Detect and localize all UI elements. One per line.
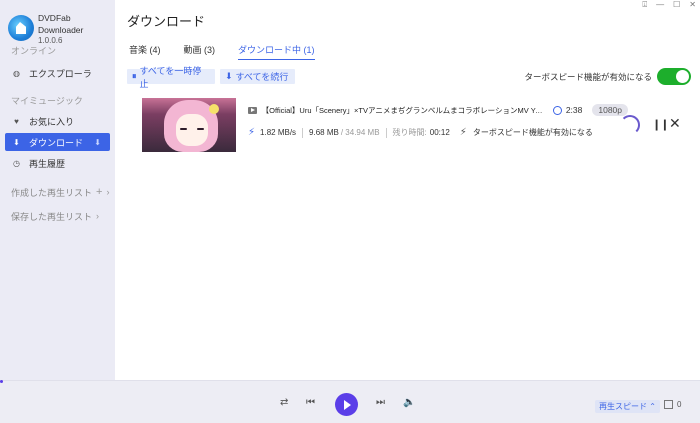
quality-badge: 1080p — [592, 104, 628, 116]
sidebar-item-favorites[interactable]: ♥ お気に入り — [5, 112, 110, 130]
cancel-download-icon[interactable]: ✕ — [669, 115, 681, 132]
saved-playlists-section[interactable]: 保存した再生リスト › — [0, 208, 115, 224]
sidebar-item-label: エクスプローラ — [29, 68, 92, 79]
sidebar: DVDFab Downloader 1.0.0.6 オンライン ◍ エクスプロー… — [0, 0, 115, 380]
download-progress-icon: ⬇ — [94, 137, 101, 147]
playback-speed-button[interactable]: 再生スピード ⌃ — [595, 400, 660, 413]
pause-icon: ⏸ — [132, 71, 137, 81]
pin-icon[interactable]: ⍗ — [642, 0, 647, 10]
resume-all-button[interactable]: ⬇ すべてを続行 — [220, 69, 295, 84]
app-name: DVDFab Downloader — [38, 12, 84, 35]
main-content: ⍗ — ☐ ✕ ダウンロード 音楽 (4) 動画 (3) ダウンロード中 (1)… — [115, 0, 700, 380]
turbo-speed-label: ターボスピード機能が有効になる — [524, 71, 652, 82]
queue-count: 0 — [677, 400, 682, 409]
play-button[interactable] — [335, 393, 358, 416]
pause-all-label: すべてを一時停止 — [139, 65, 202, 89]
pause-download-icon[interactable]: ❙❙ — [652, 118, 669, 131]
my-music-section-title: マイミュージック — [11, 96, 83, 106]
volume-icon[interactable]: 🔈 — [403, 397, 415, 408]
tab-downloading[interactable]: ダウンロード中 (1) — [238, 43, 315, 60]
maximize-icon[interactable]: ☐ — [673, 0, 680, 10]
speed-bolt-icon: ⚡ — [248, 127, 256, 138]
playback-progress[interactable] — [0, 380, 3, 383]
sidebar-item-label: ダウンロード — [29, 137, 84, 148]
download-speed: 1.82 MB/s — [260, 128, 297, 137]
sidebar-item-history[interactable]: ◷ 再生履歴 — [5, 154, 110, 172]
downloaded-size: 9.68 MB — [309, 128, 339, 137]
app-logo-icon — [8, 15, 34, 41]
pause-all-button[interactable]: ⏸ すべてを一時停止 — [127, 66, 215, 89]
next-icon[interactable]: ⏭ — [376, 397, 385, 408]
clock-icon: ◷ — [13, 158, 20, 168]
queue-button[interactable]: 0 — [664, 400, 681, 409]
sidebar-item-downloads[interactable]: ⬇ ダウンロード ⬇ — [5, 133, 110, 151]
add-playlist-icon[interactable]: + — [96, 186, 102, 198]
resume-all-label: すべてを続行 — [235, 72, 289, 82]
app-header: DVDFab Downloader 1.0.0.6 — [0, 0, 115, 45]
previous-icon[interactable]: ⏮ — [306, 397, 315, 408]
video-duration: 2:38 — [565, 105, 583, 115]
download-arrow-icon: ⬇ — [225, 71, 233, 81]
saved-playlists-label: 保存した再生リスト — [11, 211, 93, 222]
tab-music[interactable]: 音楽 (4) — [129, 43, 161, 60]
loading-spinner-icon — [620, 115, 640, 135]
globe-icon: ◍ — [13, 68, 20, 78]
online-section-title: オンライン — [11, 46, 57, 56]
turbo-status: ターボスピード機能が有効になる — [472, 128, 593, 137]
minimize-icon[interactable]: — — [656, 0, 664, 10]
window-controls: ⍗ — ☐ ✕ — [642, 0, 696, 10]
download-icon: ⬇ — [13, 137, 20, 147]
turbo-bolt-icon: ⚡ — [459, 127, 467, 138]
created-playlists-section[interactable]: 作成した再生リスト + › — [0, 184, 115, 200]
sidebar-item-label: 再生履歴 — [29, 158, 66, 169]
repeat-icon[interactable]: ⇄ — [280, 397, 288, 408]
video-thumbnail — [142, 98, 236, 152]
video-icon — [248, 106, 257, 114]
video-title: 【Official】Uru「Scenery」×TVアニメまぢグランベルムまコラボ… — [261, 105, 546, 115]
close-icon[interactable]: ✕ — [689, 0, 696, 10]
chevron-right-icon[interactable]: › — [106, 187, 109, 197]
chevron-right-icon[interactable]: › — [96, 211, 99, 221]
tab-video[interactable]: 動画 (3) — [184, 43, 216, 60]
turbo-speed-toggle[interactable]: ターボスピード機能が有効になる — [524, 68, 691, 85]
sidebar-item-label: お気に入り — [29, 116, 75, 127]
remaining-time-label: 残り時間: — [392, 128, 427, 137]
heart-icon: ♥ — [14, 116, 19, 126]
turbo-speed-switch[interactable] — [657, 68, 691, 85]
total-size: / 34.94 MB — [340, 128, 380, 137]
queue-icon — [664, 400, 673, 409]
download-item: 【Official】Uru「Scenery」×TVアニメまぢグランベルムまコラボ… — [142, 98, 700, 153]
remaining-time: 00:12 — [429, 128, 450, 137]
page-title: ダウンロード — [127, 14, 206, 29]
tab-bar: 音楽 (4) 動画 (3) ダウンロード中 (1) — [129, 43, 338, 60]
player-bar: ⇄ ⏮ ⏭ 🔈 再生スピード ⌃ 0 — [0, 380, 700, 423]
created-playlists-label: 作成した再生リスト — [11, 187, 93, 198]
sidebar-item-explorer[interactable]: ◍ エクスプローラ — [5, 64, 110, 82]
clock-icon — [553, 105, 562, 115]
